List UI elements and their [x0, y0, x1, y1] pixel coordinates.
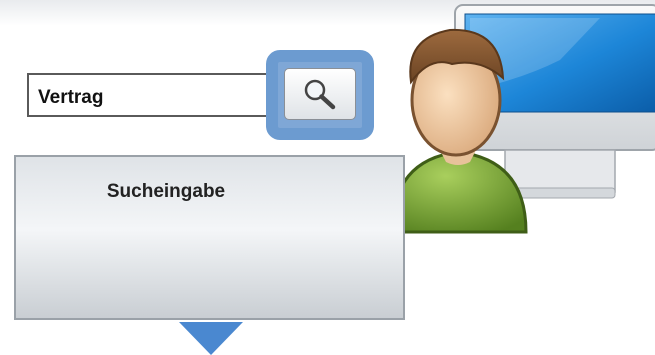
search-input[interactable]: Vertrag	[27, 73, 285, 117]
search-panel-title: Sucheingabe	[106, 181, 226, 202]
magnifier-icon	[304, 79, 336, 110]
arrow-down-icon	[179, 322, 243, 355]
search-button[interactable]	[284, 68, 356, 120]
search-panel: Sucheingabe	[14, 155, 405, 320]
